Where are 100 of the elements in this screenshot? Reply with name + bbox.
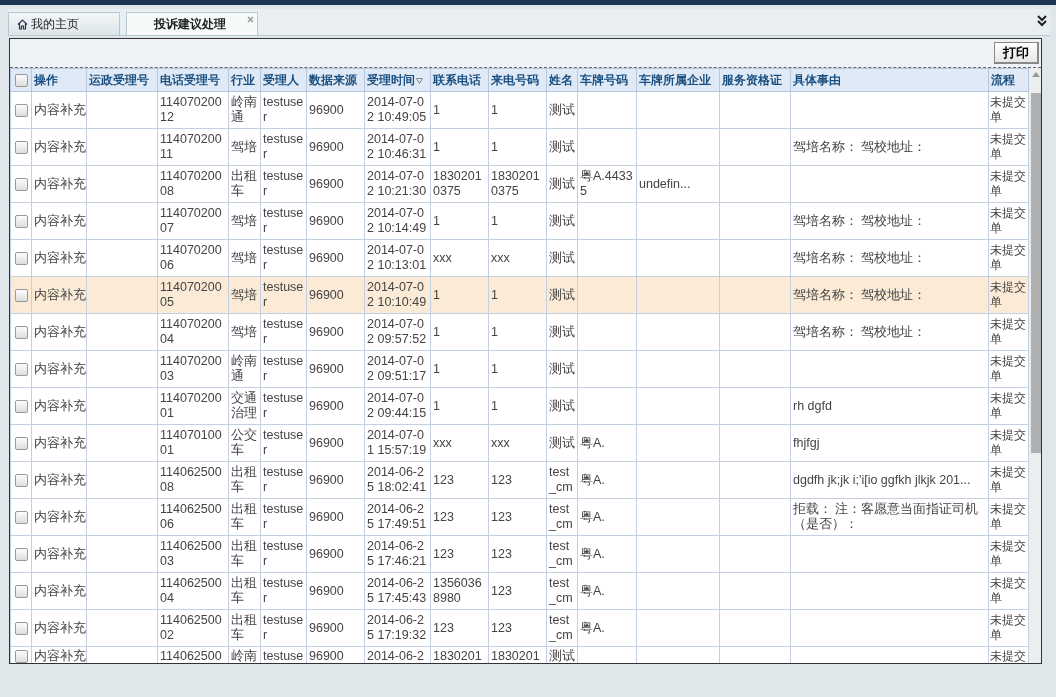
table-cell: 未提交单 xyxy=(990,133,1026,160)
table-cell: 11407020004 xyxy=(160,317,222,346)
table-cell: 123 xyxy=(433,509,454,524)
row-checkbox[interactable] xyxy=(15,650,28,663)
column-header[interactable]: 行业 xyxy=(228,68,261,92)
table-cell: 2014-06-25 18:02:41 xyxy=(367,465,427,494)
column-header[interactable]: 受理人 xyxy=(260,68,307,92)
row-checkbox[interactable] xyxy=(15,436,28,450)
column-header[interactable]: 流程 xyxy=(988,68,1029,92)
table-cell: 测试 xyxy=(549,213,575,228)
table-cell: 粤A. xyxy=(580,620,605,635)
row-checkbox[interactable] xyxy=(15,325,28,339)
row-checkbox[interactable] xyxy=(15,473,28,487)
row-checkbox[interactable] xyxy=(15,103,28,117)
table-cell: 未提交单 xyxy=(990,244,1026,271)
table-cell: 11406250003 xyxy=(160,539,222,568)
table-cell: 1 xyxy=(491,213,498,228)
column-header[interactable]: 姓名 xyxy=(546,68,578,92)
table-cell: 驾培名称： 驾校地址： xyxy=(793,250,927,265)
table-cell: xxx xyxy=(491,435,510,450)
table-cell: 岭南 xyxy=(231,649,257,663)
table-cell: 11407020008 xyxy=(160,169,222,198)
column-header[interactable]: 数据来源 xyxy=(306,68,365,92)
table-cell: 驾培名称： 驾校地址： xyxy=(793,324,927,339)
table-cell: 测试 xyxy=(549,176,575,191)
row-checkbox[interactable] xyxy=(15,214,28,228)
row-checkbox[interactable] xyxy=(15,251,28,265)
table-cell: 18302010375 xyxy=(433,169,482,198)
table-cell: 驾培名称： 驾校地址： xyxy=(793,287,927,302)
table-cell: 96900 xyxy=(309,472,344,487)
table-cell: testuser xyxy=(263,317,304,346)
column-header[interactable]: 车牌号码 xyxy=(577,68,637,92)
table-cell: 96900 xyxy=(309,287,344,302)
table-cell: 未提交单 xyxy=(990,207,1026,234)
column-header[interactable]: 操作 xyxy=(31,68,87,92)
row-checkbox[interactable] xyxy=(15,288,28,302)
print-button[interactable]: 打印 xyxy=(994,42,1039,64)
column-header[interactable]: 车牌所属企业 xyxy=(636,68,720,92)
table-cell: 11407010001 xyxy=(160,428,222,457)
table-cell: testuser xyxy=(263,428,304,457)
table-cell: 测试 xyxy=(549,324,575,339)
row-checkbox[interactable] xyxy=(15,621,28,635)
sort-icon xyxy=(416,77,423,84)
row-checkbox[interactable] xyxy=(15,362,28,376)
table-cell: 未提交单 xyxy=(990,281,1026,308)
tab[interactable]: 我的主页 xyxy=(8,12,120,35)
column-header[interactable]: 电话受理号 xyxy=(157,68,229,92)
row-checkbox[interactable] xyxy=(15,177,28,191)
scroll-up-icon[interactable] xyxy=(1032,72,1040,77)
scrollbar[interactable] xyxy=(1029,68,1041,663)
table-cell: 11407020006 xyxy=(160,243,222,272)
row-checkbox[interactable] xyxy=(15,547,28,561)
table-cell: 出租车 xyxy=(231,613,257,642)
table-cell: 11407020011 xyxy=(160,132,222,161)
table-cell: xxx xyxy=(433,435,452,450)
row-checkbox[interactable] xyxy=(15,399,28,413)
table-cell: testuser xyxy=(263,206,304,235)
table-cell: 测试 xyxy=(549,398,575,413)
table-cell: 123 xyxy=(491,583,512,598)
table-cell: 测试 xyxy=(549,361,575,376)
column-header[interactable]: 来电号码 xyxy=(488,68,547,92)
table-cell: 公交车 xyxy=(231,428,257,457)
table-cell: 11407020003 xyxy=(160,354,222,383)
row-checkbox[interactable] xyxy=(15,140,28,154)
table-cell: 96900 xyxy=(309,213,344,228)
table-cell: 粤A. xyxy=(580,435,605,450)
column-header[interactable]: 联系电话 xyxy=(430,68,489,92)
table-cell: 18302010375 xyxy=(491,169,540,198)
table-cell: 2014-07-02 10:46:31 xyxy=(367,132,427,161)
home-icon xyxy=(17,18,28,30)
table-cell: testuser xyxy=(263,95,304,124)
column-header[interactable]: 服务资格证 xyxy=(719,68,791,92)
tab[interactable]: 投诉建议处理 xyxy=(126,12,258,35)
table-cell: 1 xyxy=(433,213,440,228)
close-icon[interactable] xyxy=(247,14,254,25)
table-cell: 出租车 xyxy=(231,576,257,605)
table-cell: 11406250006 xyxy=(160,502,222,531)
table-cell: 11407020001 xyxy=(160,391,222,420)
table-cell: 测试 xyxy=(549,139,575,154)
row-checkbox[interactable] xyxy=(15,584,28,598)
table-cell: xxx xyxy=(491,250,510,265)
select-all-checkbox[interactable] xyxy=(14,74,28,88)
table-cell: 驾培 xyxy=(231,213,257,228)
table-cell: 123 xyxy=(491,620,512,635)
column-header[interactable]: 受理时间 xyxy=(364,68,431,92)
table-cell: 123 xyxy=(433,620,454,635)
table-cell: testuser xyxy=(263,576,304,605)
table-cell: 1 xyxy=(491,139,498,154)
table-cell: undefin... xyxy=(639,176,691,191)
row-checkbox[interactable] xyxy=(15,510,28,524)
table-cell: 96900 xyxy=(309,176,344,191)
table-cell: 1 xyxy=(433,324,440,339)
table-cell: testuser xyxy=(263,539,304,568)
column-header[interactable]: 运政受理号 xyxy=(86,68,158,92)
table-cell: 1 xyxy=(491,287,498,302)
table-cell: 未提交单 xyxy=(990,540,1026,567)
table-cell: testuser xyxy=(263,465,304,494)
column-header[interactable]: 具体事由 xyxy=(790,68,989,92)
table-cell: 11407020012 xyxy=(160,95,222,124)
table-cell: 11407020005 xyxy=(160,280,222,309)
